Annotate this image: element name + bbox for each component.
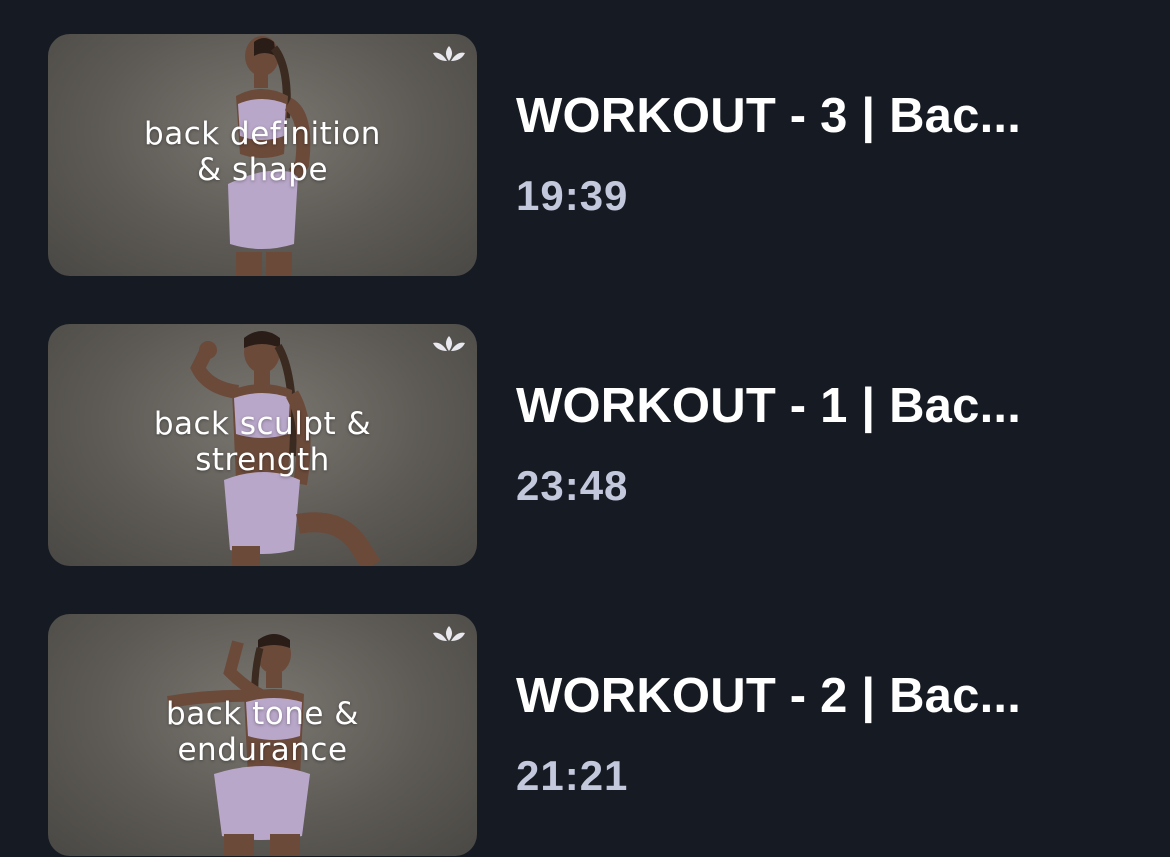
- workout-duration: 23:48: [516, 462, 629, 509]
- thumbnail-caption-line: back definition: [144, 116, 381, 152]
- workout-thumbnail[interactable]: back tone & endurance: [48, 614, 477, 856]
- workout-item[interactable]: back sculpt & strength WORKOUT - 1 | Bac…: [0, 324, 1170, 566]
- thumbnail-caption-line: & shape: [196, 152, 329, 188]
- lotus-icon: [433, 46, 465, 61]
- workout-item[interactable]: back definition & shape WORKOUT - 3 | Ba…: [0, 34, 1170, 276]
- thumbnail-caption-line: back tone &: [166, 696, 359, 732]
- workout-item[interactable]: back tone & endurance WORKOUT - 2 | Bac.…: [0, 614, 1170, 856]
- workout-duration: 19:39: [516, 172, 629, 219]
- workout-title: WORKOUT - 3 | Bac...: [516, 89, 1022, 143]
- workout-thumbnail[interactable]: back sculpt & strength: [48, 324, 477, 566]
- thumbnail-caption-line: endurance: [177, 732, 348, 768]
- workout-title: WORKOUT - 1 | Bac...: [516, 379, 1022, 433]
- workout-list: back definition & shape WORKOUT - 3 | Ba…: [0, 0, 1170, 857]
- workout-title: WORKOUT - 2 | Bac...: [516, 669, 1022, 723]
- lotus-icon: [433, 336, 465, 351]
- thumbnail-caption-line: back sculpt &: [153, 406, 372, 442]
- workout-thumbnail[interactable]: back definition & shape: [48, 34, 477, 276]
- workout-duration: 21:21: [516, 752, 629, 799]
- lotus-icon: [433, 626, 465, 641]
- thumbnail-caption-line: strength: [195, 442, 330, 478]
